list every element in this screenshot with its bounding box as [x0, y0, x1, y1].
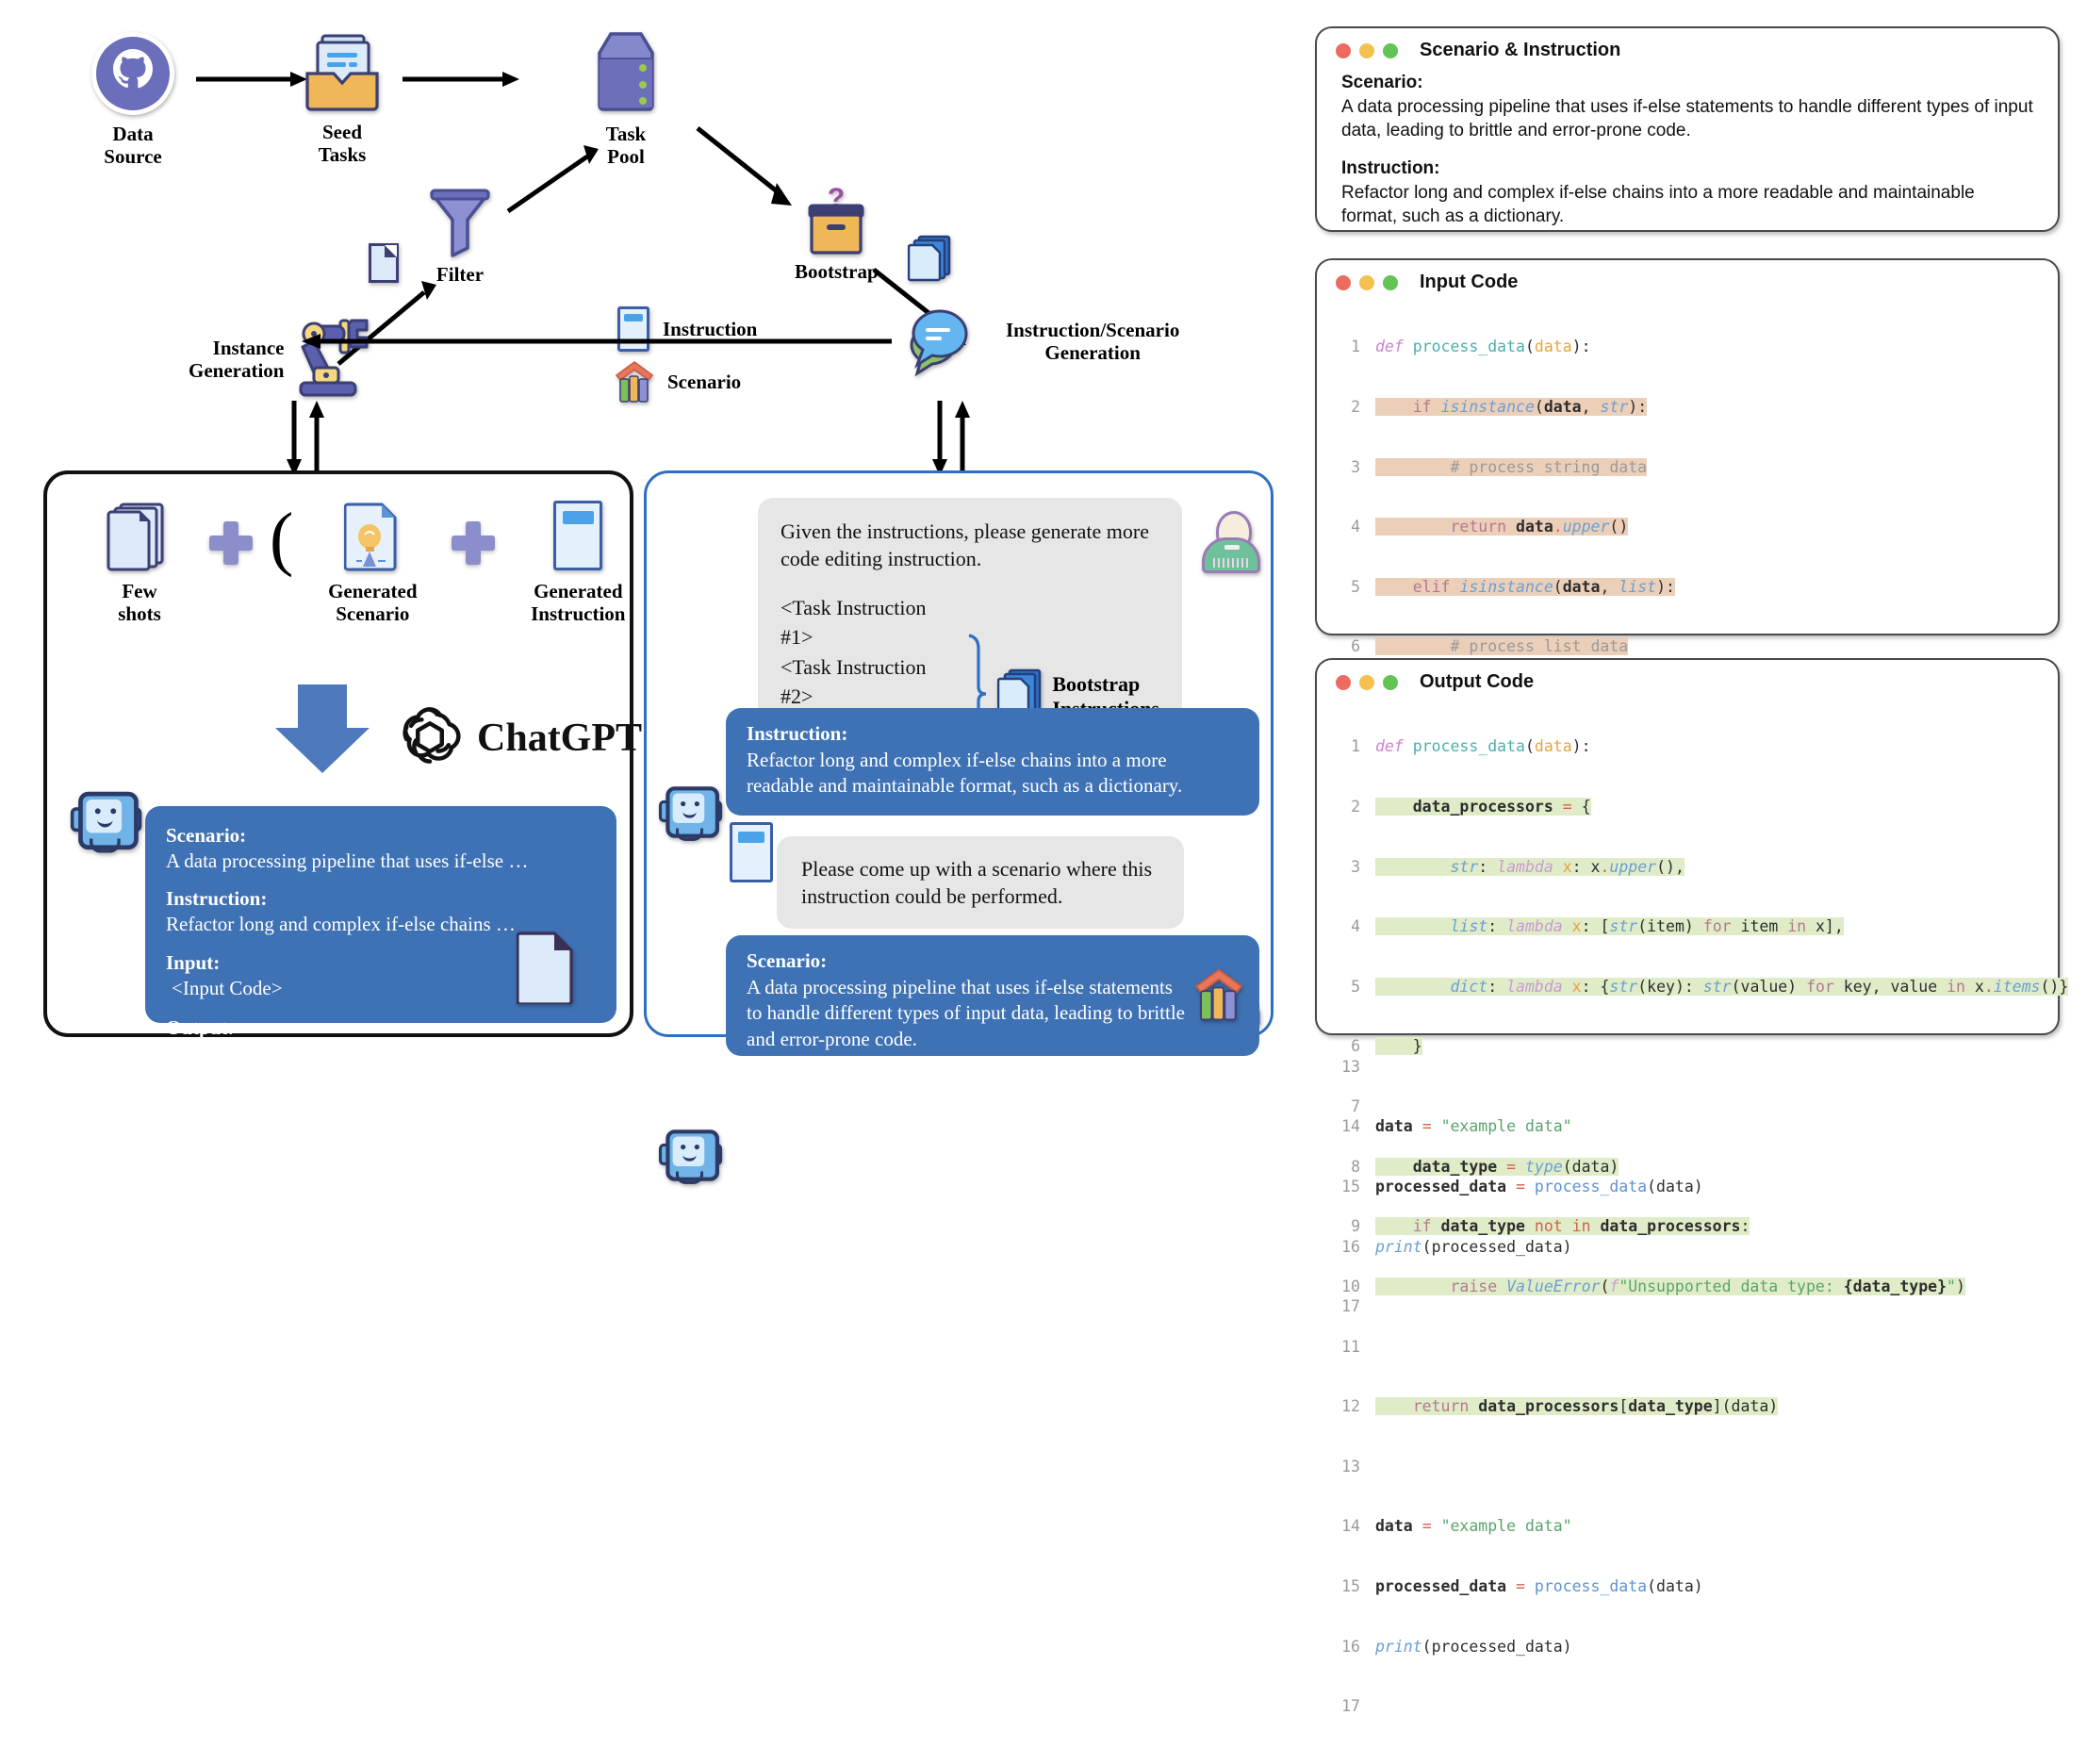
document-icon-result — [516, 931, 575, 1011]
arrow-pool-to-bootstrap — [696, 124, 809, 223]
github-icon — [90, 30, 176, 117]
scenario-house-icon — [615, 360, 654, 404]
node-label-instruction-scenario-generation: Instruction/Scenario Generation — [1006, 318, 1180, 364]
scenario-card-label: Scenario: — [747, 949, 828, 972]
stacked-documents-icon — [87, 501, 192, 572]
result-output-text: <Output Code> — [172, 1042, 296, 1065]
node-bootstrap: ? Bootstrap — [795, 183, 879, 283]
scenario-house-icon-side — [1193, 967, 1244, 1030]
input-label-generated-scenario: Generated Scenario — [328, 580, 418, 626]
input-generated-scenario: Generated Scenario — [310, 501, 435, 625]
arrow-seed-to-pool — [403, 70, 521, 93]
close-dot-icon[interactable] — [1336, 42, 1351, 58]
window-body-scenario: Scenario: A data processing pipeline tha… — [1317, 61, 2058, 229]
arrow-filter-to-pool — [504, 141, 608, 222]
prompt-card: Given the instructions, please generate … — [758, 498, 1182, 797]
input-label-few-shots: Few shots — [118, 580, 161, 626]
maximize-dot-icon[interactable] — [1383, 674, 1398, 690]
file-tray-icon — [302, 32, 383, 115]
task-instruction-item-2: <Task Instruction #2> — [781, 654, 927, 708]
task-instruction-item-1: <Task Instruction #1> — [781, 596, 927, 650]
close-dot-icon[interactable] — [1336, 274, 1351, 290]
window-title-output-code: Output Code — [1420, 671, 1535, 692]
node-label-seed-tasks: Seed Tasks — [318, 121, 367, 167]
person-avatar-icon-prompt — [1202, 511, 1260, 573]
node-instruction-scenario-generation: Instruction/Scenario Generation — [900, 302, 1179, 381]
input-generated-instruction: Generated Instruction — [512, 501, 644, 625]
instruction-heading: Instruction: — [1341, 157, 1440, 178]
model-chatgpt: ChatGPT — [398, 703, 642, 772]
arrow-source-to-seed — [196, 70, 309, 93]
window-titlebar-output: Output Code — [1317, 660, 2058, 693]
window-title-input-code: Input Code — [1420, 272, 1519, 292]
idea-document-icon — [310, 501, 435, 572]
chat-bubbles-icon — [900, 302, 991, 381]
plus-icon-1 — [209, 521, 253, 565]
question-box-icon: ? — [798, 183, 874, 258]
node-label-bootstrap: Bootstrap — [795, 260, 879, 283]
followup-card-text: Please come up with a scenario where thi… — [801, 857, 1153, 909]
prompt-card-text: Given the instructions, please generate … — [781, 519, 1149, 570]
funnel-icon — [426, 186, 494, 259]
node-label-instance-generation: Instance Generation — [189, 336, 285, 382]
minimize-dot-icon[interactable] — [1359, 674, 1374, 690]
legend-label-scenario: Scenario — [667, 370, 742, 393]
avatar-body — [1202, 537, 1260, 573]
result-output-label: Output: — [166, 1015, 235, 1039]
close-dot-icon[interactable] — [1336, 674, 1351, 690]
model-name-label: ChatGPT — [477, 716, 643, 760]
instruction-card-label: Instruction: — [747, 722, 848, 745]
followup-card: Please come up with a scenario where thi… — [777, 836, 1184, 929]
robot-arm-icon — [293, 315, 374, 404]
instance-generation-panel: Few shots ( Generated Scenario Generated… — [43, 470, 685, 1064]
arrow-generation-down-up — [928, 401, 978, 481]
minimize-dot-icon[interactable] — [1359, 274, 1374, 290]
openai-logo-icon — [398, 703, 462, 772]
input-few-shots: Few shots — [87, 501, 192, 625]
result-scenario-text: A data processing pipeline that uses if-… — [166, 849, 529, 873]
down-arrow-icon — [270, 684, 375, 780]
window-title-scenario: Scenario & Instruction — [1420, 40, 1621, 60]
avatar-collar — [1224, 545, 1240, 550]
window-input-code: Input Code 1 def process_data(data): 2 if… — [1315, 258, 2060, 1315]
node-filter: Filter — [426, 186, 494, 286]
instruction-card: Instruction: Refactor long and complex i… — [726, 708, 1259, 883]
robot-avatar-icon-scenario — [658, 1126, 723, 1184]
instruction-paragraph: Refactor long and complex if-else chains… — [1341, 182, 1975, 227]
open-paren: ( — [270, 499, 294, 578]
instruction-card-icon-generated — [553, 501, 603, 570]
code-block-output[interactable]: 1 def process_data(data): 2 data_processo… — [1317, 693, 2069, 1764]
arrow-instance-down-up — [283, 401, 332, 481]
scenario-heading: Scenario: — [1341, 73, 1423, 92]
window-titlebar-input: Input Code — [1317, 260, 2058, 293]
scenario-paragraph: A data processing pipeline that uses if-… — [1341, 96, 2033, 141]
node-label-data-source: Data Source — [104, 123, 162, 169]
scenario-card: Scenario: A data processing pipeline tha… — [726, 935, 1259, 1056]
node-seed-tasks: Seed Tasks — [302, 32, 383, 166]
window-scenario-instruction: Scenario & Instruction Scenario: A data … — [1315, 26, 2060, 232]
maximize-dot-icon[interactable] — [1383, 274, 1398, 290]
minimize-dot-icon[interactable] — [1359, 42, 1374, 58]
result-instruction-label: Instruction: — [166, 886, 268, 910]
legend-scenario: Scenario — [615, 360, 741, 404]
robot-avatar-icon-instruction — [658, 783, 723, 841]
window-titlebar-scenario: Scenario & Instruction — [1317, 28, 2058, 61]
maximize-dot-icon[interactable] — [1383, 42, 1398, 58]
instruction-card-text: Refactor long and complex if-else chains… — [747, 748, 1183, 798]
plus-icon-2 — [452, 521, 496, 565]
server-stack-icon — [583, 28, 669, 119]
scenario-card-text: A data processing pipeline that uses if-… — [747, 975, 1185, 1051]
avatar-stripe — [1213, 558, 1249, 568]
window-output-code: Output Code 1 def process_data(data): 2 d… — [1315, 658, 2069, 1715]
instruction-scenario-generation-panel: Given the instructions, please generate … — [644, 470, 1274, 1184]
result-card: Scenario: A data processing pipeline tha… — [145, 806, 616, 1064]
robot-avatar-icon-result — [70, 787, 142, 853]
arrow-generation-to-instance — [300, 332, 894, 355]
node-instance-generation: Instance Generation — [189, 315, 374, 404]
node-data-source: Data Source — [90, 30, 176, 168]
result-scenario-label: Scenario: — [166, 824, 247, 847]
instruction-card-icon-side — [730, 822, 773, 883]
input-label-generated-instruction: Generated Instruction — [531, 580, 626, 626]
instance-inputs-row: Few shots ( Generated Scenario Generated… — [87, 501, 685, 625]
